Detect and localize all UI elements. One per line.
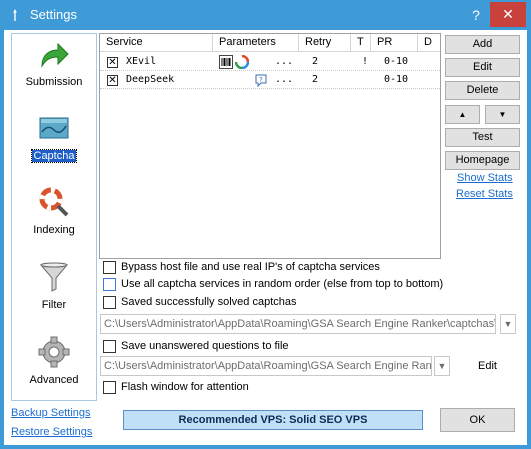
homepage-button[interactable]: Homepage xyxy=(445,151,520,170)
save-unanswered-checkbox[interactable]: Save unanswered questions to file xyxy=(103,339,323,355)
checkbox-box[interactable] xyxy=(103,381,116,394)
sidebar-item-submission[interactable]: Submission xyxy=(12,38,96,98)
sidebar-item-label: Captcha xyxy=(30,149,78,163)
edit-unanswered-button[interactable]: Edit xyxy=(478,360,497,372)
checkbox-label: Saved successfully solved captchas xyxy=(121,296,297,308)
recommended-vps-banner[interactable]: Recommended VPS: Solid SEO VPS xyxy=(123,410,423,430)
save-unanswered-path-field[interactable]: C:\Users\Administrator\AppData\Roaming\G… xyxy=(100,356,432,376)
bypass-hosts-checkbox[interactable]: Bypass host file and use real IP's of ca… xyxy=(103,260,403,276)
sidebar-item-label: Submission xyxy=(25,76,83,88)
row-checkbox[interactable]: ✕ xyxy=(107,57,118,68)
move-up-button[interactable]: ▲ xyxy=(445,105,480,124)
sidebar-item-label: Indexing xyxy=(33,224,75,236)
checkbox-label: Flash window for attention xyxy=(121,381,249,393)
random-order-checkbox[interactable]: Use all captcha services in random order… xyxy=(103,277,463,293)
app-icon xyxy=(13,9,17,21)
checkbox-label: Use all captcha services in random order… xyxy=(121,278,444,290)
settings-window: Settings ? ✕ Submission Captcha Indexing… xyxy=(0,0,531,449)
reset-stats-link[interactable]: Reset Stats xyxy=(456,188,513,200)
sidebar-item-filter[interactable]: Filter xyxy=(12,259,96,319)
move-down-button[interactable]: ▼ xyxy=(485,105,520,124)
flash-window-checkbox[interactable]: Flash window for attention xyxy=(103,380,303,396)
checkbox-box[interactable] xyxy=(103,278,116,291)
parameters-ellipsis[interactable]: ... xyxy=(275,71,293,89)
checkbox-label: Bypass host file and use real IP's of ca… xyxy=(121,261,380,273)
checkbox-box[interactable] xyxy=(103,261,116,274)
funnel-icon xyxy=(39,262,69,292)
magnifier-lifebuoy-icon xyxy=(39,187,69,217)
ok-button[interactable]: OK xyxy=(440,408,515,432)
table-row[interactable]: ✕ DeepSeek ? ... 2 0-10 xyxy=(100,71,440,89)
column-header-pr[interactable]: PR xyxy=(371,34,418,52)
checkbox-box[interactable] xyxy=(103,340,116,353)
sidebar-item-indexing[interactable]: Indexing xyxy=(12,184,96,244)
pr-value: 0-10 xyxy=(384,56,409,67)
edit-button[interactable]: Edit xyxy=(445,58,520,77)
column-header-service[interactable]: Service xyxy=(100,34,213,52)
delete-button[interactable]: Delete xyxy=(445,81,520,100)
close-button[interactable]: ✕ xyxy=(490,2,526,27)
save-unanswered-path-dropdown[interactable]: ▼ xyxy=(434,356,450,376)
checkbox-label: Save unanswered questions to file xyxy=(121,340,289,352)
sidebar-item-label: Advanced xyxy=(29,374,79,386)
help-button[interactable]: ? xyxy=(466,5,486,25)
title-bar[interactable]: Settings ? ✕ xyxy=(0,0,531,30)
row-checkbox[interactable]: ✕ xyxy=(107,75,118,86)
restore-settings-link[interactable]: Restore Settings xyxy=(11,426,92,438)
test-button[interactable]: Test xyxy=(445,128,520,147)
add-button[interactable]: Add xyxy=(445,35,520,54)
captcha-services-table[interactable]: Service Parameters Retry T PR D ✕ XEvil … xyxy=(99,33,441,259)
green-arrow-icon xyxy=(41,42,69,68)
column-header-d[interactable]: D xyxy=(418,34,440,52)
pr-value: 0-10 xyxy=(384,74,409,85)
parameters-ellipsis[interactable]: ... xyxy=(275,53,293,71)
window-title: Settings xyxy=(30,7,77,22)
retry-value: 2 xyxy=(312,56,319,67)
table-row[interactable]: ✕ XEvil ... 2 ! 0-10 xyxy=(100,53,440,71)
sidebar-item-advanced[interactable]: Advanced xyxy=(12,334,96,394)
sidebar-item-captcha[interactable]: Captcha xyxy=(12,110,96,170)
question-bubble-icon: ? xyxy=(255,74,267,87)
retry-value: 2 xyxy=(312,74,319,85)
captcha-image-icon xyxy=(39,117,69,139)
service-name: DeepSeek xyxy=(126,74,175,85)
save-solved-checkbox[interactable]: Saved successfully solved captchas xyxy=(103,295,323,311)
save-solved-path-field[interactable]: C:\Users\Administrator\AppData\Roaming\G… xyxy=(100,314,496,334)
barcode-icon xyxy=(219,55,233,69)
gear-icon xyxy=(38,336,70,368)
category-sidebar: Submission Captcha Indexing Filter Advan… xyxy=(11,33,97,401)
column-header-t[interactable]: T xyxy=(351,34,371,52)
settings-body: Submission Captcha Indexing Filter Advan… xyxy=(4,30,527,445)
show-stats-link[interactable]: Show Stats xyxy=(457,172,513,184)
t-value: ! xyxy=(362,56,369,67)
refresh-color-icon xyxy=(235,55,249,69)
service-name: XEvil xyxy=(126,56,157,67)
column-header-parameters[interactable]: Parameters xyxy=(213,34,299,52)
svg-text:?: ? xyxy=(259,76,263,84)
sidebar-item-label: Filter xyxy=(41,299,67,311)
column-header-retry[interactable]: Retry xyxy=(299,34,351,52)
save-solved-path-dropdown[interactable]: ▼ xyxy=(500,314,516,334)
checkbox-box[interactable] xyxy=(103,296,116,309)
backup-settings-link[interactable]: Backup Settings xyxy=(11,407,91,419)
